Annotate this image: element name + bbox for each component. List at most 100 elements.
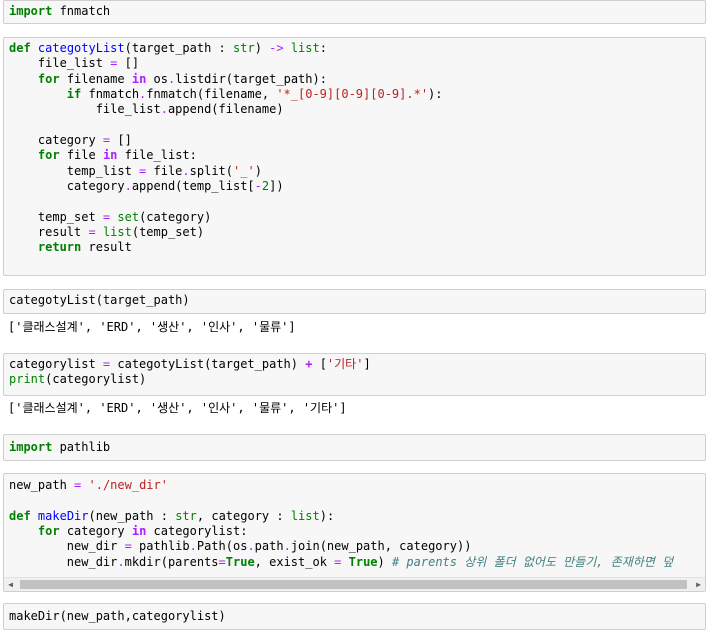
code-text: categotyList(target_path) — [9, 293, 190, 307]
operator-token: . — [182, 163, 190, 178]
code-cell-categorylist[interactable]: categorylist = categotyList(target_path)… — [3, 353, 706, 396]
code-line: new_dir.mkdir(parents=True, exist_ok = T… — [9, 555, 700, 570]
code-text: temp_set — [9, 209, 103, 224]
code-line: for category in categorylist: — [9, 524, 700, 539]
code-text: path — [254, 539, 284, 554]
code-text: pathlib — [52, 440, 111, 454]
code-text: fnmatch(filename, — [146, 87, 277, 102]
code-editor[interactable]: makeDir(new_path,categorylist) — [4, 604, 705, 627]
keyword-token: def — [9, 41, 31, 55]
code-text: file — [59, 148, 103, 163]
code-line: file_list.append(filename) — [9, 102, 700, 117]
code-editor[interactable]: categorylist = categotyList(target_path)… — [4, 354, 705, 391]
code-text: pathlib — [131, 539, 190, 554]
code-editor[interactable]: import fnmatch — [4, 1, 705, 22]
code-cell-categoty-list-def[interactable]: def categotyList(target_path : str) -> l… — [3, 37, 706, 276]
code-text: categorylist: — [146, 524, 248, 539]
code-text: categotyList(target_path) — [110, 357, 306, 371]
code-editor[interactable]: import pathlib — [4, 435, 705, 458]
operator-token: in — [131, 524, 147, 539]
code-text: ] — [363, 357, 371, 371]
code-cell-make-dir-def[interactable]: new_path = './new_dir' def makeDir(new_pa… — [3, 473, 706, 592]
horizontal-scrollbar[interactable]: ◀ ▶ — [4, 577, 705, 591]
code-text: , category : — [196, 508, 291, 523]
code-cell-import-fnmatch[interactable]: import fnmatch — [3, 0, 706, 24]
code-cell-call-categoty-list[interactable]: categotyList(target_path) — [3, 289, 706, 314]
code-text: append(filename) — [167, 102, 284, 117]
code-text: (categorylist) — [45, 372, 147, 387]
comment-token: # parents 상위 폴더 없어도 만들기, 존재하면 덮 — [391, 554, 674, 569]
code-text: new_dir — [9, 539, 125, 554]
code-text: new_dir — [9, 554, 118, 569]
code-text: new_path — [9, 478, 75, 492]
code-line: print(categorylist) — [9, 372, 700, 387]
code-line: category = [] — [9, 133, 700, 148]
code-text: result — [9, 225, 89, 240]
code-line: return result — [9, 240, 700, 255]
code-text: result — [81, 240, 132, 255]
code-text: (new_path : — [88, 508, 176, 523]
cell-output-2: ['클래스설계', 'ERD', '생산', '인사', '물류', '기타'] — [8, 401, 347, 415]
code-text: (target_path : — [124, 41, 233, 55]
function-name-token: categotyList — [37, 41, 125, 55]
code-text: temp_list — [9, 163, 140, 178]
code-line: def makeDir(new_path : str, category : l… — [9, 509, 700, 524]
keyword-token: if — [66, 87, 82, 102]
code-text: os — [146, 71, 168, 86]
code-text: join(new_path, category)) — [290, 539, 472, 554]
builtin-token: list — [290, 508, 320, 523]
code-cell-import-pathlib[interactable]: import pathlib — [3, 434, 706, 461]
code-text: file — [146, 163, 183, 178]
code-text: file_list — [9, 102, 161, 117]
code-editor[interactable]: new_path = './new_dir' def makeDir(new_pa… — [4, 474, 705, 573]
scroll-left-icon[interactable]: ◀ — [4, 578, 17, 591]
code-text: listdir(target_path): — [175, 71, 327, 86]
code-text: ) — [254, 163, 262, 178]
code-editor[interactable]: categotyList(target_path) — [4, 290, 705, 311]
code-text: ): — [319, 508, 335, 523]
code-line: def categotyList(target_path : str) -> l… — [9, 41, 700, 56]
code-cell-call-make-dir[interactable]: makeDir(new_path,categorylist) — [3, 603, 706, 630]
keyword-token: for — [37, 148, 60, 163]
keyword-token: import — [9, 4, 53, 18]
code-text: fnmatch — [81, 87, 140, 102]
code-line: category.append(temp_list[-2]) — [9, 179, 700, 194]
code-editor[interactable]: def categotyList(target_path : str) -> l… — [4, 38, 705, 274]
scrollbar-thumb[interactable] — [20, 580, 687, 589]
code-line: if fnmatch.fnmatch(filename, '*_[0-9][0-… — [9, 87, 700, 102]
code-text: Path(os — [196, 539, 248, 554]
code-text: [] — [110, 133, 132, 148]
code-text: ): — [428, 87, 443, 102]
code-text: file_list — [9, 56, 111, 71]
operator-token: in — [131, 71, 147, 86]
builtin-token: str — [175, 508, 197, 523]
code-text: makeDir(new_path,categorylist) — [9, 609, 226, 623]
code-text: file_list: — [117, 148, 197, 163]
code-text: ]) — [269, 179, 284, 194]
keyword-token: def — [9, 508, 31, 523]
string-token: '기타' — [326, 357, 364, 371]
code-line: for filename in os.listdir(target_path): — [9, 72, 700, 87]
operator-token: . — [189, 539, 197, 554]
operator-token: - — [254, 179, 262, 194]
operator-token: = — [124, 539, 132, 554]
string-token: '*_[0-9][0-9][0-9].*' — [276, 87, 429, 102]
code-line: file_list = [] — [9, 56, 700, 71]
scroll-right-icon[interactable]: ▶ — [692, 578, 705, 591]
builtin-token: list — [290, 41, 320, 55]
code-line: for file in file_list: — [9, 148, 700, 163]
code-line: new_dir = pathlib.Path(os.path.join(new_… — [9, 539, 700, 554]
code-text: (temp_set) — [131, 225, 205, 240]
